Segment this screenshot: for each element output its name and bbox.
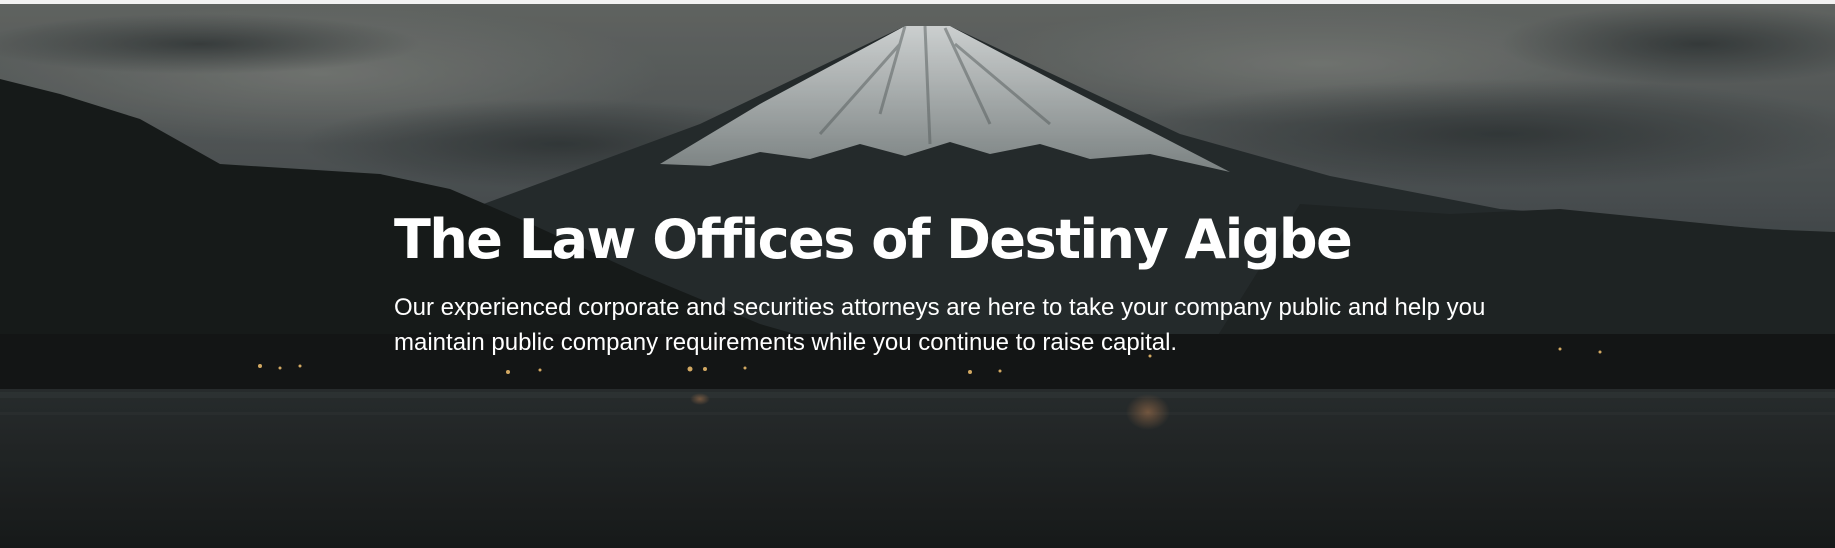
hero-content: The Law Offices of Destiny Aigbe Our exp…	[394, 204, 1524, 360]
hero-subtitle: Our experienced corporate and securities…	[394, 294, 1486, 356]
hero-title: The Law Offices of Destiny Aigbe	[394, 208, 1353, 271]
hero-banner: The Law Offices of Destiny Aigbe Our exp…	[0, 4, 1835, 548]
